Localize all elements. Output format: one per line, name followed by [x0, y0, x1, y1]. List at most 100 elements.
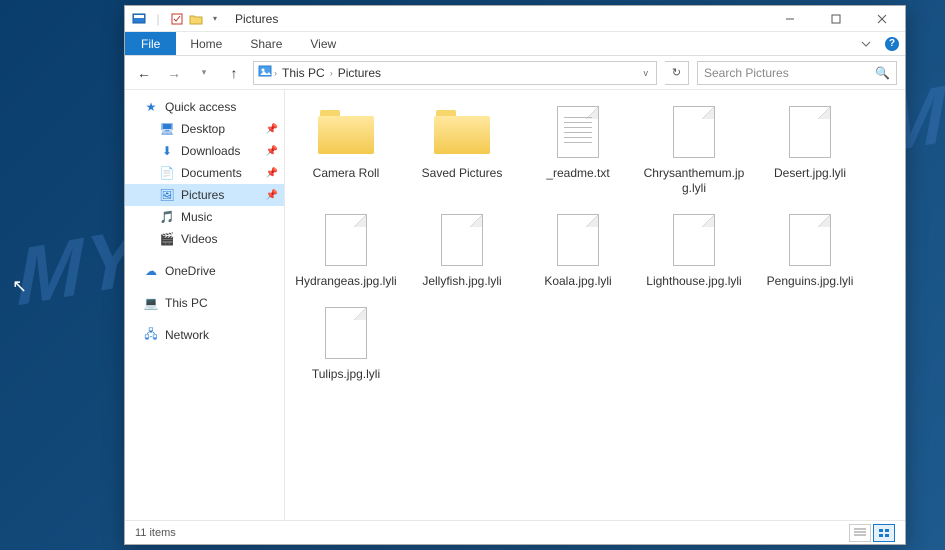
help-icon: ?	[885, 37, 899, 51]
explorer-icon	[131, 11, 147, 27]
ribbon-expand-icon[interactable]	[853, 32, 879, 55]
file-item[interactable]: Camera Roll	[293, 100, 399, 200]
file-item[interactable]: Saved Pictures	[409, 100, 515, 200]
star-icon: ★	[143, 99, 159, 115]
file-label: Penguins.jpg.lyli	[767, 274, 854, 289]
sidebar-onedrive[interactable]: ☁ OneDrive	[125, 260, 284, 282]
file-grid[interactable]: Camera Roll Saved Pictures _readme.txt Chry…	[285, 90, 905, 520]
file-item[interactable]: Lighthouse.jpg.lyli	[641, 208, 747, 293]
file-label: Chrysanthemum.jpg.lyli	[643, 166, 745, 196]
text-file-icon	[557, 106, 599, 158]
search-icon: 🔍	[875, 66, 890, 80]
window-title: Pictures	[229, 12, 278, 26]
qat-dropdown-icon[interactable]: ▾	[207, 11, 223, 27]
help-button[interactable]: ?	[879, 32, 905, 55]
address-dropdown-icon[interactable]: v	[640, 68, 653, 78]
explorer-window: | ▾ Pictures File Home Share View	[124, 5, 906, 545]
sidebar-item-label: Downloads	[181, 144, 240, 158]
body: ★ Quick access 🖥Desktop📌⬇Downloads📌📄Docu…	[125, 90, 905, 520]
sidebar-quick-access[interactable]: ★ Quick access	[125, 96, 284, 118]
search-placeholder: Search Pictures	[704, 66, 875, 80]
maximize-button[interactable]	[813, 6, 859, 32]
sidebar-thispc[interactable]: 💻 This PC	[125, 292, 284, 314]
back-button[interactable]: ←	[133, 62, 155, 84]
file-item[interactable]: Koala.jpg.lyli	[525, 208, 631, 293]
search-input[interactable]: Search Pictures 🔍	[697, 61, 897, 85]
icons-view-button[interactable]	[873, 524, 895, 542]
qat-divider: |	[150, 11, 166, 27]
properties-icon[interactable]	[169, 11, 185, 27]
breadcrumb-thispc[interactable]: This PC	[279, 66, 328, 80]
downloads-icon: ⬇	[159, 143, 175, 159]
refresh-button[interactable]: ↻	[665, 61, 689, 85]
recent-dropdown-icon[interactable]: ▾	[193, 62, 215, 84]
close-button[interactable]	[859, 6, 905, 32]
file-label: Lighthouse.jpg.lyli	[646, 274, 741, 289]
file-item[interactable]: Tulips.jpg.lyli	[293, 301, 399, 386]
file-icon	[673, 214, 715, 266]
view-toggle	[849, 524, 895, 542]
file-label: Camera Roll	[313, 166, 380, 181]
file-menu[interactable]: File	[125, 32, 176, 55]
breadcrumb-separator[interactable]: ›	[272, 68, 279, 78]
titlebar: | ▾ Pictures	[125, 6, 905, 32]
navigation-pane: ★ Quick access 🖥Desktop📌⬇Downloads📌📄Docu…	[125, 90, 285, 520]
file-icon	[789, 106, 831, 158]
file-icon	[325, 307, 367, 359]
sidebar-item-label: OneDrive	[165, 264, 216, 278]
sidebar-item-label: Music	[181, 210, 212, 224]
forward-button[interactable]: →	[163, 62, 185, 84]
file-label: Desert.jpg.lyli	[774, 166, 846, 181]
file-item[interactable]: _readme.txt	[525, 100, 631, 200]
ribbon: File Home Share View ?	[125, 32, 905, 56]
file-label: Tulips.jpg.lyli	[312, 367, 380, 382]
sidebar-item-desktop[interactable]: 🖥Desktop📌	[125, 118, 284, 140]
file-icon	[325, 214, 367, 266]
network-icon: 🖧	[143, 327, 159, 343]
file-label: Jellyfish.jpg.lyli	[422, 274, 501, 289]
tab-home[interactable]: Home	[176, 32, 236, 55]
sidebar-item-videos[interactable]: 🎬 Videos	[125, 228, 284, 250]
folder-icon	[318, 110, 374, 154]
new-folder-icon[interactable]	[188, 11, 204, 27]
documents-icon: 📄	[159, 165, 175, 181]
sidebar-item-label: Desktop	[181, 122, 225, 136]
file-item[interactable]: Penguins.jpg.lyli	[757, 208, 863, 293]
address-bar[interactable]: › This PC › Pictures v	[253, 61, 657, 85]
thispc-icon: 💻	[143, 295, 159, 311]
videos-icon: 🎬	[159, 231, 175, 247]
file-item[interactable]: Hydrangeas.jpg.lyli	[293, 208, 399, 293]
pin-icon: 📌	[266, 190, 278, 201]
file-icon	[441, 214, 483, 266]
file-item[interactable]: Jellyfish.jpg.lyli	[409, 208, 515, 293]
music-icon: 🎵	[159, 209, 175, 225]
folder-icon	[434, 110, 490, 154]
up-button[interactable]: ↑	[223, 62, 245, 84]
pin-icon: 📌	[266, 124, 278, 135]
file-icon	[789, 214, 831, 266]
status-bar: 11 items	[125, 520, 905, 544]
breadcrumb-pictures[interactable]: Pictures	[335, 66, 384, 80]
pictures-icon: 🖼	[159, 187, 175, 203]
pin-icon: 📌	[266, 146, 278, 157]
mouse-cursor: ↖	[12, 276, 27, 297]
sidebar-item-label: Videos	[181, 232, 217, 246]
sidebar-item-downloads[interactable]: ⬇ Downloads 📌	[125, 140, 284, 162]
sidebar-item-documents[interactable]: 📄Documents📌	[125, 162, 284, 184]
file-item[interactable]: Desert.jpg.lyli	[757, 100, 863, 200]
file-icon	[673, 106, 715, 158]
breadcrumb-separator[interactable]: ›	[328, 68, 335, 78]
file-item[interactable]: Chrysanthemum.jpg.lyli	[641, 100, 747, 200]
navigation-bar: ← → ▾ ↑ › This PC › Pictures v ↻ Search …	[125, 56, 905, 90]
sidebar-item-music[interactable]: 🎵 Music	[125, 206, 284, 228]
tab-view[interactable]: View	[296, 32, 350, 55]
sidebar-item-pictures[interactable]: 🖼Pictures📌	[125, 184, 284, 206]
file-label: Hydrangeas.jpg.lyli	[295, 274, 396, 289]
minimize-button[interactable]	[767, 6, 813, 32]
item-count: 11 items	[135, 527, 176, 539]
file-label: _readme.txt	[546, 166, 609, 181]
tab-share[interactable]: Share	[236, 32, 296, 55]
sidebar-item-label: Quick access	[165, 100, 236, 114]
details-view-button[interactable]	[849, 524, 871, 542]
sidebar-network[interactable]: 🖧 Network	[125, 324, 284, 346]
